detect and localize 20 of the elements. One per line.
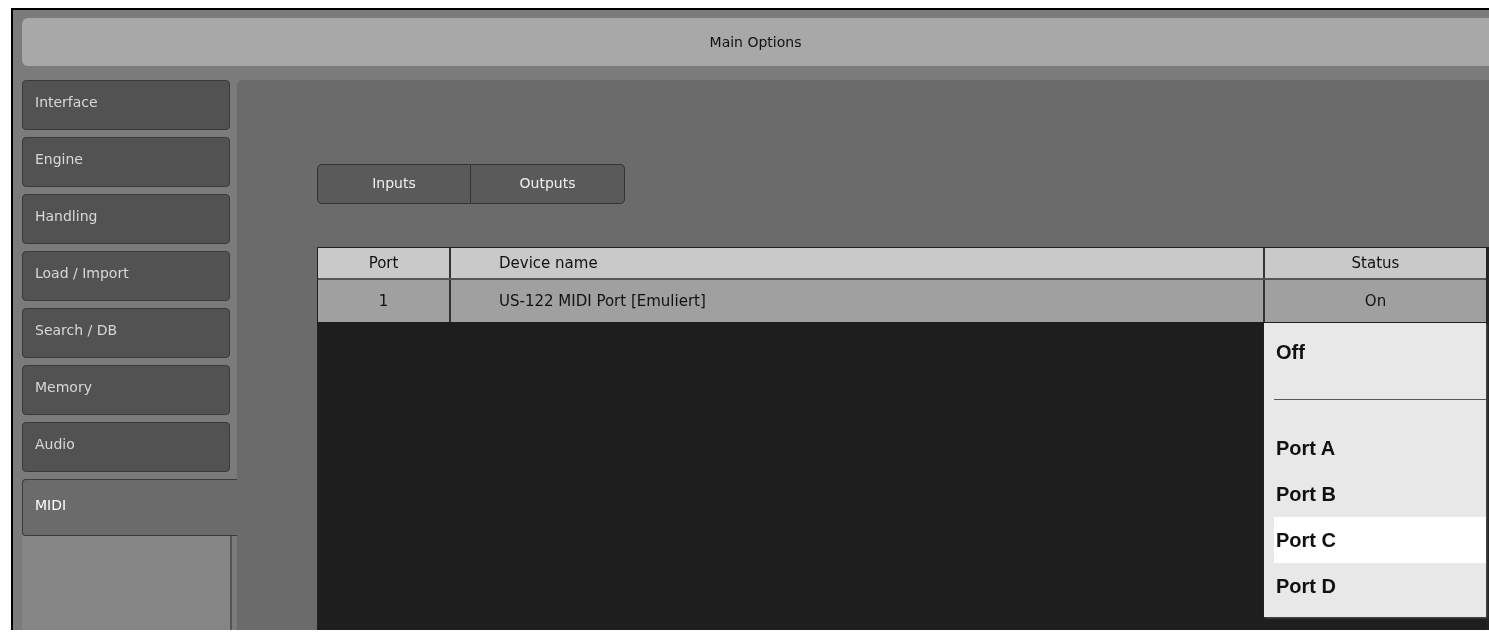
sidebar-tab[interactable]: Audio bbox=[22, 422, 230, 472]
menu-item[interactable]: Off bbox=[1274, 327, 1486, 377]
sidebar-tab[interactable]: Interface bbox=[22, 80, 230, 130]
menu-item[interactable]: Port A bbox=[1274, 425, 1486, 471]
column-header[interactable]: Port bbox=[318, 248, 451, 278]
sidebar-tab[interactable]: Handling bbox=[22, 194, 230, 244]
sidebar-tab[interactable]: Search / DB bbox=[22, 308, 230, 358]
menu-item[interactable]: Port B bbox=[1274, 471, 1486, 517]
sidebar-tab[interactable]: Memory bbox=[22, 365, 230, 415]
sidebar-tab[interactable]: Load / Import bbox=[22, 251, 230, 301]
sidebar-tab[interactable]: Engine bbox=[22, 137, 230, 187]
column-header[interactable]: Device name bbox=[451, 248, 1265, 278]
tab[interactable]: Outputs bbox=[471, 164, 625, 204]
menu-item[interactable]: Port C bbox=[1274, 517, 1486, 563]
sidebar-tab[interactable]: MIDI bbox=[22, 479, 237, 536]
tab[interactable]: Inputs bbox=[317, 164, 471, 204]
menu-item[interactable]: Port D bbox=[1274, 563, 1486, 609]
status-dropdown[interactable]: On bbox=[1265, 280, 1486, 322]
column-header[interactable]: Status bbox=[1265, 248, 1486, 278]
window-title: Main Options bbox=[22, 18, 1489, 66]
